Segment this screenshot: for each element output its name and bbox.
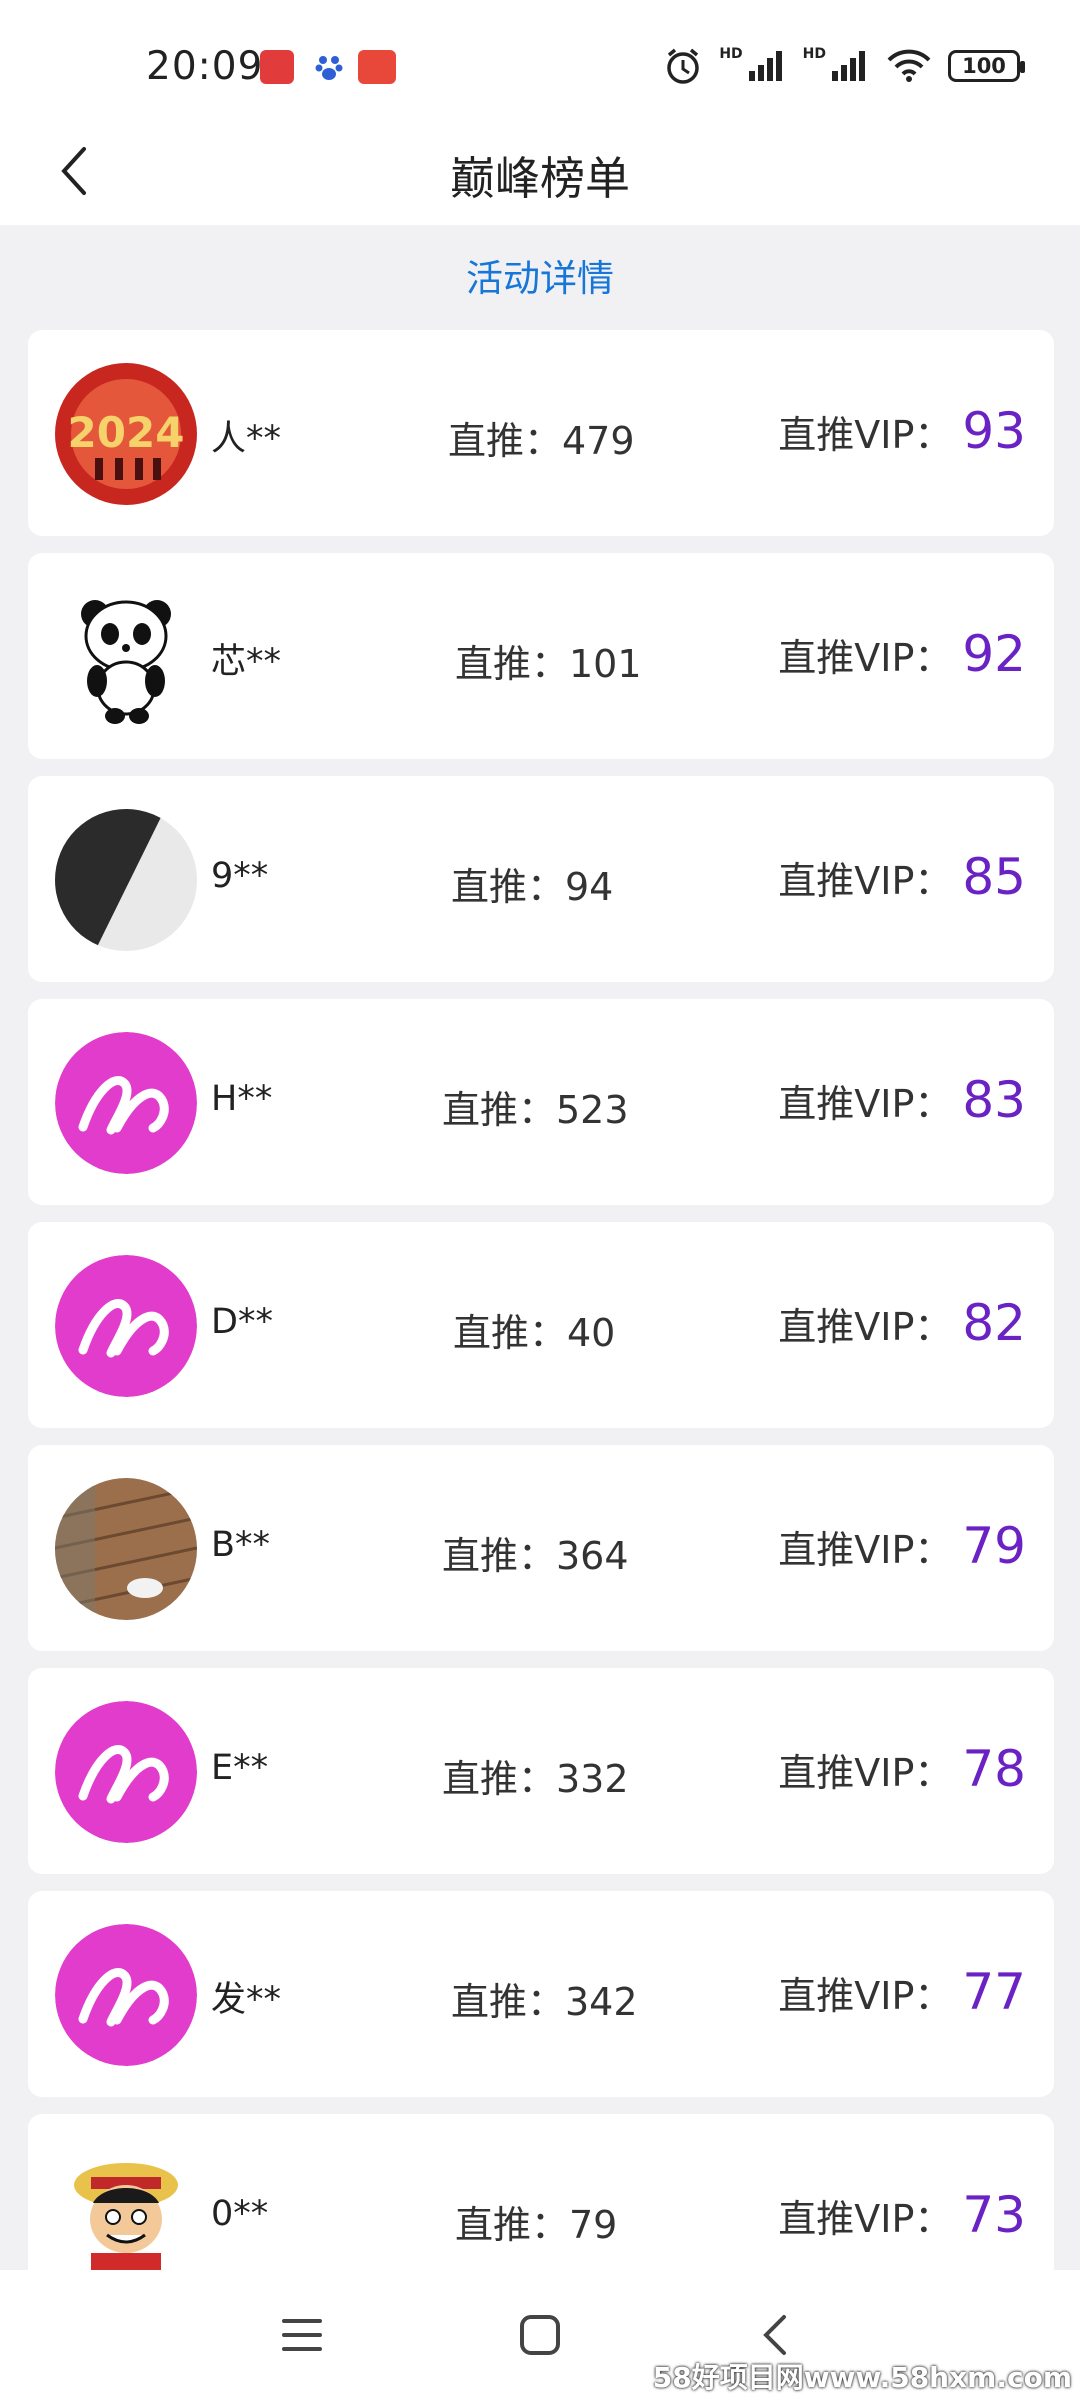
vip-label: 直推VIP： [778, 859, 953, 903]
vip-count: 直推VIP： 73 [778, 2186, 1026, 2244]
avatar [55, 809, 197, 951]
list-item[interactable]: 芯** 直推：101 直推VIP： 92 [28, 553, 1054, 759]
vip-count: 直推VIP： 93 [778, 402, 1026, 460]
home-button[interactable] [510, 2310, 570, 2360]
vip-label: 直推VIP： [778, 1751, 953, 1795]
activity-details-link[interactable]: 活动详情 [0, 248, 1080, 302]
pink-logo-icon [55, 1701, 197, 1843]
pink-logo-icon [55, 1924, 197, 2066]
user-name: 发** [211, 1980, 282, 2020]
direct-count: 直推：40 [453, 1311, 616, 1355]
direct-count: 直推：79 [455, 2203, 618, 2247]
list-item[interactable]: 9** 直推：94 直推VIP： 85 [28, 776, 1054, 982]
list-item[interactable]: D** 直推：40 直推VIP： 82 [28, 1222, 1054, 1428]
vip-label: 直推VIP： [778, 1082, 953, 1126]
hd-icon-2: HD [802, 46, 826, 62]
user-name: 芯** [211, 642, 282, 682]
home-icon [520, 2315, 560, 2355]
page-title: 巅峰榜单 [449, 152, 630, 205]
vip-label: 直推VIP： [778, 1305, 953, 1349]
user-name: 0** [211, 2194, 269, 2234]
vip-value: 92 [962, 625, 1026, 683]
vip-count: 直推VIP： 82 [778, 1294, 1026, 1352]
direct-count: 直推：479 [448, 419, 635, 463]
user-name: B** [211, 1525, 271, 1565]
direct-count: 直推：364 [442, 1534, 629, 1578]
direct-count: 直推：332 [442, 1757, 629, 1801]
vip-value: 78 [962, 1740, 1026, 1798]
vip-value: 85 [962, 848, 1026, 906]
notification-app-icon-2 [358, 50, 396, 84]
user-name: 人** [211, 419, 282, 459]
vip-count: 直推VIP： 92 [778, 625, 1026, 683]
list-item[interactable]: E** 直推：332 直推VIP： 78 [28, 1668, 1054, 1874]
vip-value: 73 [962, 2186, 1026, 2244]
user-name: D** [211, 1302, 273, 1342]
avatar: 2024 [55, 363, 197, 505]
list-item[interactable]: 发** 直推：342 直推VIP： 77 [28, 1891, 1054, 2097]
avatar [55, 1478, 197, 1620]
vip-value: 79 [962, 1517, 1026, 1575]
vip-label: 直推VIP： [778, 1974, 953, 2018]
vip-value: 82 [962, 1294, 1026, 1352]
status-time: 20:09 [146, 44, 264, 89]
vip-value: 77 [962, 1963, 1026, 2021]
direct-count: 直推：523 [442, 1088, 629, 1132]
list-item[interactable]: B** 直推：364 直推VIP： 79 [28, 1445, 1054, 1651]
alarm-icon [667, 48, 700, 84]
direct-count: 直推：94 [451, 865, 614, 909]
signal-icon [748, 51, 782, 81]
vip-label: 直推VIP： [778, 1528, 953, 1572]
menu-button[interactable] [272, 2310, 332, 2360]
vip-value: 93 [962, 402, 1026, 460]
app-header: 巅峰榜单 [0, 120, 1080, 225]
system-navigation-bar: 58好项目网www.58hxm.com [0, 2270, 1080, 2400]
user-name: 9** [211, 856, 269, 896]
vip-count: 直推VIP： 78 [778, 1740, 1026, 1798]
status-bar: 20:09 HD HD 100 [0, 0, 1080, 120]
vip-value: 83 [962, 1071, 1026, 1129]
notification-app-icon [260, 50, 294, 84]
vip-count: 直推VIP： 79 [778, 1517, 1026, 1575]
status-icons: HD HD 100 [663, 46, 1025, 86]
wifi-icon [887, 49, 931, 82]
panda-icon [55, 586, 197, 728]
vip-label: 直推VIP： [778, 413, 953, 457]
vip-label: 直推VIP： [778, 2197, 953, 2241]
user-name: H** [211, 1079, 273, 1119]
watermark: 58好项目网www.58hxm.com [652, 2361, 1072, 2394]
pink-logo-icon [55, 1255, 197, 1397]
menu-icon [282, 2319, 322, 2351]
back-icon [763, 2315, 786, 2355]
direct-count: 直推：342 [451, 1980, 638, 2024]
list-item[interactable]: H** 直推：523 直推VIP： 83 [28, 999, 1054, 1205]
pink-logo-icon [55, 1032, 197, 1174]
signal-icon-2 [832, 51, 865, 81]
direct-count: 直推：101 [455, 642, 642, 686]
list-item[interactable]: 2024 人** 直推：479 直推VIP： 93 [28, 330, 1054, 536]
user-name: E** [211, 1748, 269, 1788]
vip-count: 直推VIP： 83 [778, 1071, 1026, 1129]
svg-text:2024: 2024 [68, 408, 185, 457]
battery-icon: 100 [948, 50, 1025, 82]
cartoon-icon [55, 2147, 197, 2289]
baidu-paw-icon [312, 50, 346, 84]
system-back-button[interactable] [745, 2310, 805, 2360]
vip-count: 直推VIP： 85 [778, 848, 1026, 906]
vip-label: 直推VIP： [778, 636, 953, 680]
hd-icon: HD [719, 46, 743, 62]
vip-count: 直推VIP： 77 [778, 1963, 1026, 2021]
